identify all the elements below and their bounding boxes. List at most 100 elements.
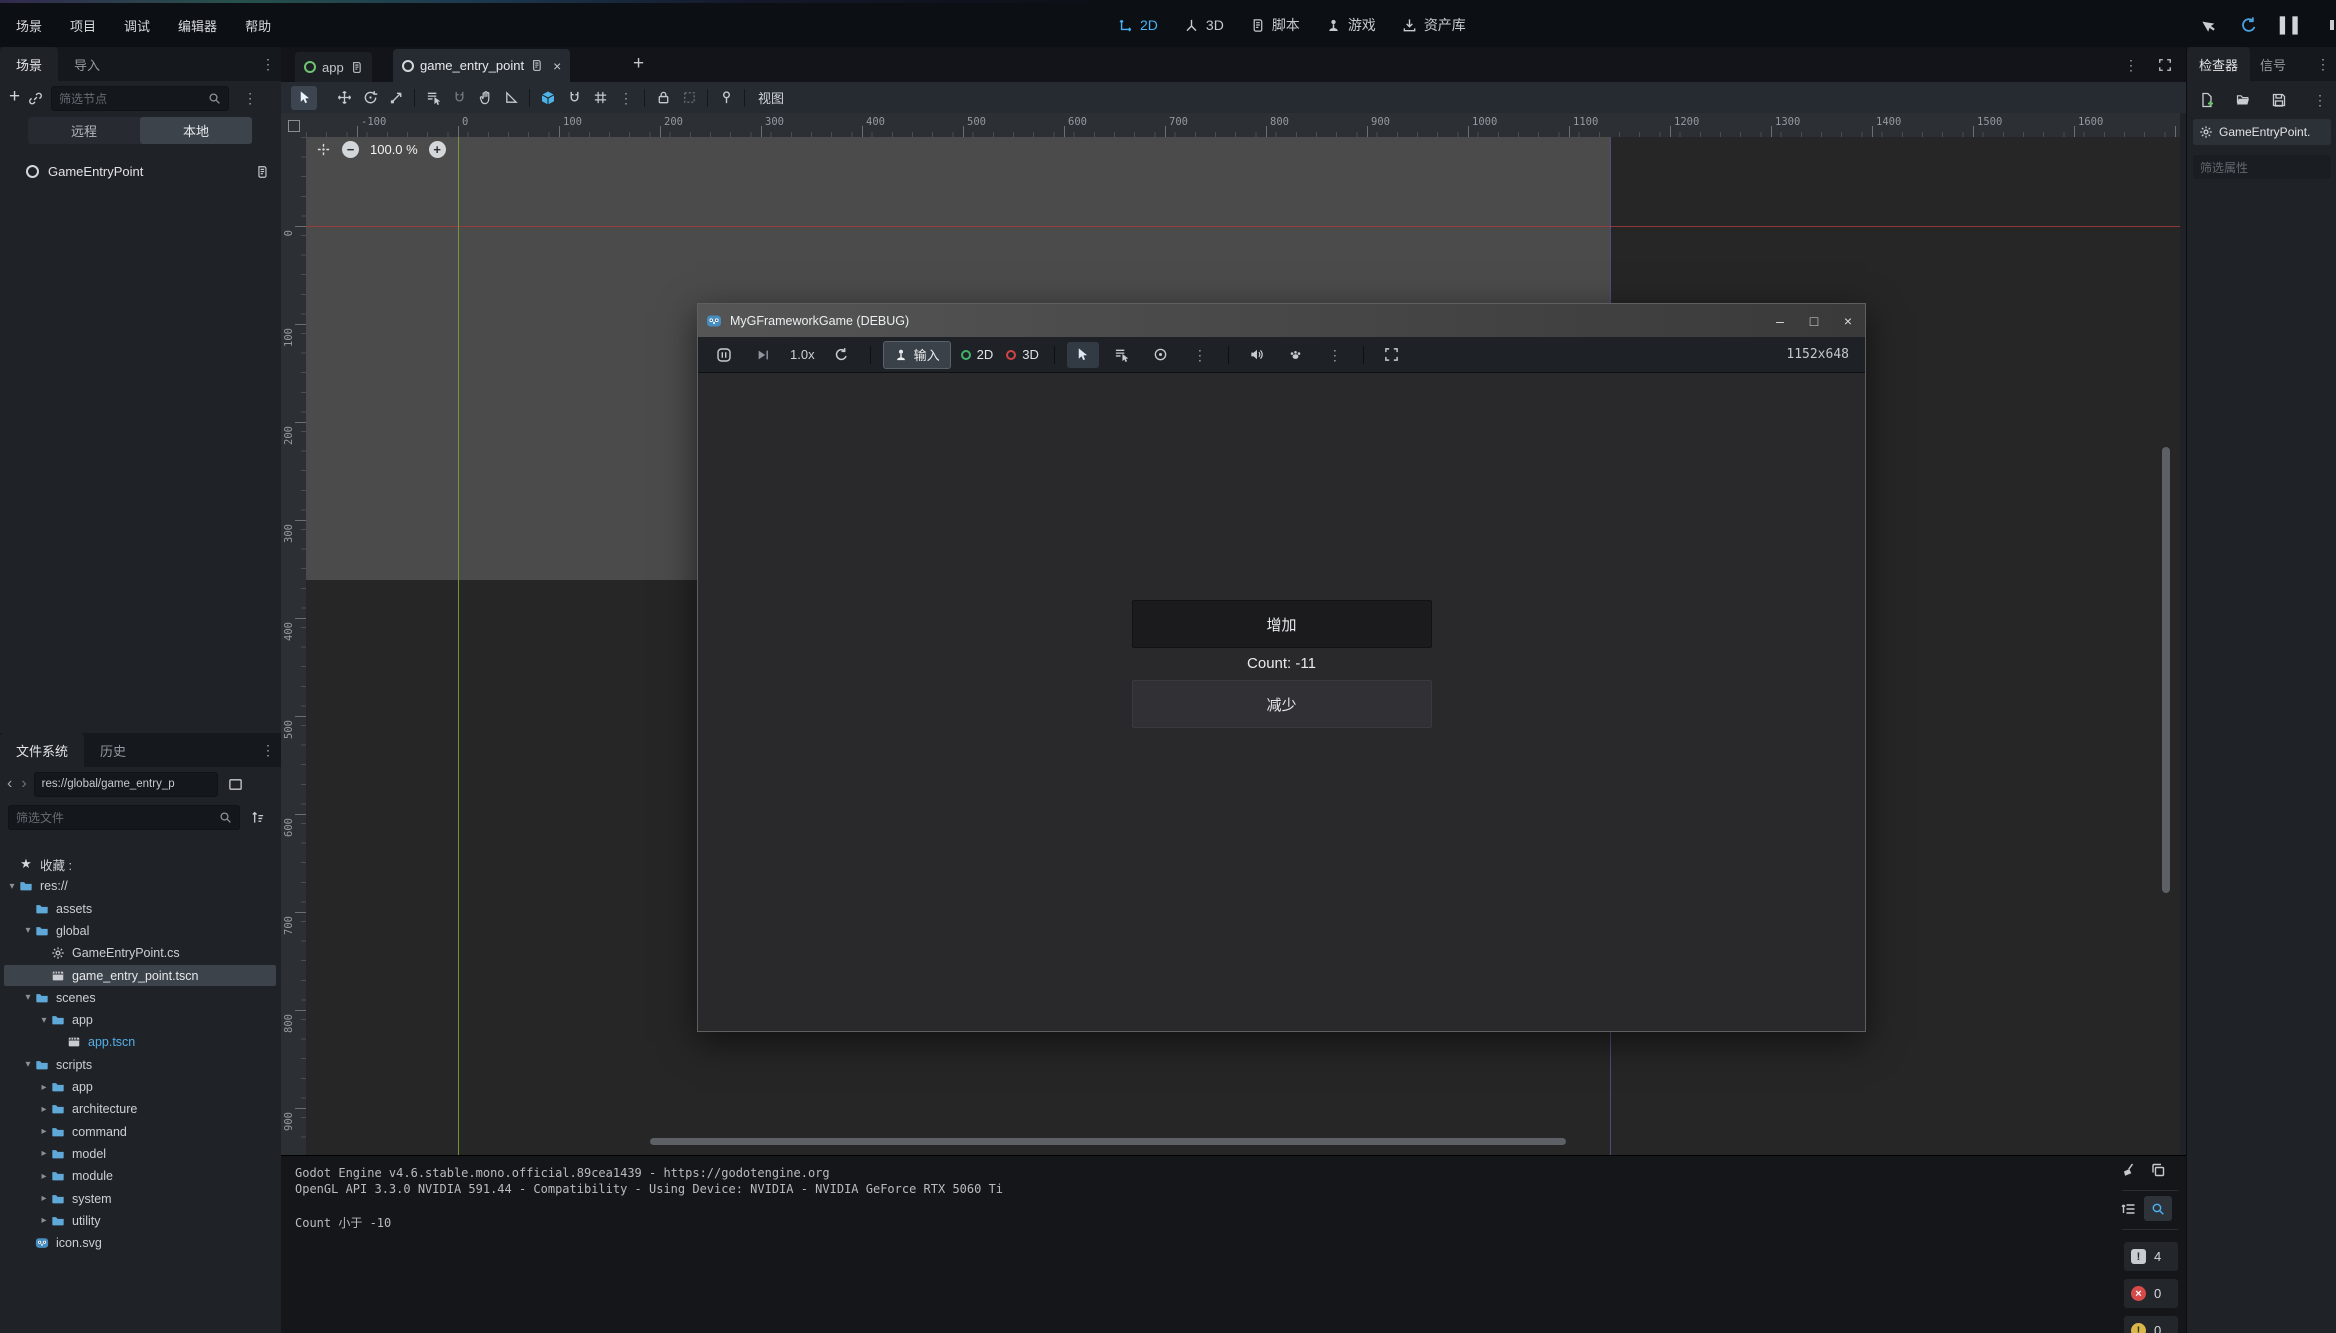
scene-tab-app[interactable]: app <box>295 52 372 82</box>
edited-resource-row[interactable]: GameEntryPoint. <box>2193 119 2331 145</box>
skeleton-options-button[interactable] <box>713 86 739 110</box>
filesystem-item-module[interactable]: ▸module <box>0 1165 281 1187</box>
filter-nodes-input[interactable]: 筛选节点 <box>51 86 229 111</box>
clear-output-icon[interactable] <box>2120 1162 2136 1178</box>
filesystem-item-utility[interactable]: ▸utility <box>0 1210 281 1232</box>
tree-expand-arrow[interactable]: ▸ <box>38 1104 50 1115</box>
error-count-badge[interactable]: × 0 <box>2124 1279 2178 1308</box>
stop-game-icon[interactable] <box>2327 17 2334 33</box>
zoom-out-button[interactable]: − <box>342 141 359 158</box>
move-tool-button[interactable] <box>331 86 357 110</box>
restart-game-icon[interactable] <box>2240 16 2258 34</box>
select-tool-button[interactable] <box>291 86 317 110</box>
scene-tab-game-entry-point[interactable]: game_entry_point × <box>393 49 570 82</box>
zoom-level[interactable]: 100.0 % <box>370 142 418 157</box>
new-resource-icon[interactable] <box>2199 92 2215 108</box>
embed-fullscreen-button[interactable] <box>1376 342 1408 368</box>
snap-options-menu-icon[interactable]: ⋮ <box>613 86 639 110</box>
filesystem-item-res-[interactable]: ▾res:// <box>0 875 281 897</box>
filesystem-item-scenes[interactable]: ▾scenes <box>0 987 281 1009</box>
grid-toggle-button[interactable] <box>587 86 613 110</box>
tab-import-dock[interactable]: 导入 <box>58 47 116 81</box>
ruler-tool-button[interactable] <box>498 86 524 110</box>
filesystem-item--[interactable]: ★收藏 : <box>0 853 281 875</box>
tree-expand-arrow[interactable]: ▾ <box>22 925 34 936</box>
tree-expand-arrow[interactable]: ▸ <box>38 1082 50 1093</box>
scene-tree-root-row[interactable]: GameEntryPoint <box>0 160 281 183</box>
tree-expand-arrow[interactable]: ▸ <box>38 1215 50 1226</box>
filesystem-item-game-entry-point.tscn[interactable]: game_entry_point.tscn <box>0 965 281 987</box>
nav-back-icon[interactable]: ‹ <box>0 775 19 793</box>
scene-filter-menu-icon[interactable]: ⋮ <box>237 91 263 105</box>
filesystem-item-gameentrypoint.cs[interactable]: GameEntryPoint.cs <box>0 942 281 964</box>
tree-expand-arrow[interactable]: ▾ <box>22 1059 34 1070</box>
maximize-window-button[interactable]: □ <box>1797 304 1831 337</box>
tree-expand-arrow[interactable]: ▸ <box>38 1193 50 1204</box>
filesystem-item-app[interactable]: ▸app <box>0 1076 281 1098</box>
inspector-menu-icon[interactable]: ⋮ <box>2310 57 2336 71</box>
increase-button[interactable]: 增加 <box>1132 600 1432 648</box>
filesystem-item-assets[interactable]: assets <box>0 898 281 920</box>
filesystem-item-scripts[interactable]: ▾scripts <box>0 1054 281 1076</box>
close-window-button[interactable]: × <box>1831 304 1865 337</box>
smart-snap-button[interactable] <box>535 86 561 110</box>
zoom-in-button[interactable]: + <box>429 141 446 158</box>
vertical-scrollbar[interactable] <box>2162 447 2170 893</box>
workspace-assetlib[interactable]: 资产库 <box>1389 3 1479 47</box>
decrease-button[interactable]: 减少 <box>1132 680 1432 728</box>
add-node-button[interactable]: + <box>0 86 28 110</box>
rotate-tool-button[interactable] <box>357 86 383 110</box>
remote-toggle[interactable]: 远程 <box>28 117 140 144</box>
debug-options-menu-icon[interactable]: ⋮ <box>1319 342 1351 368</box>
center-view-icon[interactable] <box>316 142 331 157</box>
pan-tool-button[interactable] <box>472 86 498 110</box>
workspace-3d[interactable]: 3D <box>1171 3 1237 47</box>
menu-help[interactable]: 帮助 <box>231 3 285 47</box>
nav-forward-icon[interactable]: › <box>19 775 33 793</box>
run-cursor-icon[interactable] <box>2198 13 2221 36</box>
menu-editor[interactable]: 编辑器 <box>164 3 231 47</box>
tab-inspector[interactable]: 检查器 <box>2187 47 2250 81</box>
workspace-script[interactable]: 脚本 <box>1237 3 1313 47</box>
debug-2d-button[interactable]: 2D <box>958 342 997 368</box>
scale-tool-button[interactable] <box>383 86 409 110</box>
copy-output-icon[interactable] <box>2150 1162 2166 1178</box>
menu-scene[interactable]: 场景 <box>2 3 56 47</box>
instance-scene-icon[interactable] <box>28 91 43 106</box>
grid-snap-button[interactable] <box>561 86 587 110</box>
view-menu-button[interactable]: 视图 <box>750 88 792 107</box>
filesystem-item-model[interactable]: ▸model <box>0 1143 281 1165</box>
restart-icon[interactable] <box>826 342 858 368</box>
tree-expand-arrow[interactable]: ▸ <box>38 1148 50 1159</box>
menu-project[interactable]: 项目 <box>56 3 110 47</box>
local-toggle[interactable]: 本地 <box>140 117 252 144</box>
next-frame-button[interactable] <box>747 342 779 368</box>
pick-list-button[interactable] <box>1106 342 1138 368</box>
split-view-icon[interactable] <box>228 777 243 792</box>
filesystem-item-app.tscn[interactable]: app.tscn <box>0 1031 281 1053</box>
message-count-badge[interactable]: ! 4 <box>2124 1242 2178 1271</box>
expand-editor-icon[interactable] <box>2158 58 2172 72</box>
horizontal-scrollbar[interactable] <box>650 1138 1566 1145</box>
filesystem-item-global[interactable]: ▾global <box>0 920 281 942</box>
current-path-field[interactable]: res://global/game_entry_p <box>34 772 218 797</box>
pick-options-menu-icon[interactable]: ⋮ <box>1184 342 1216 368</box>
suspend-game-button[interactable] <box>708 342 740 368</box>
menu-debug[interactable]: 调试 <box>110 3 164 47</box>
warning-count-badge[interactable]: ! 0 <box>2124 1316 2178 1333</box>
search-output-icon[interactable] <box>2144 1196 2172 1221</box>
minimize-window-button[interactable]: – <box>1763 304 1797 337</box>
time-scale-label[interactable]: 1.0x <box>786 347 819 362</box>
load-resource-icon[interactable] <box>2235 92 2251 108</box>
group-node-button[interactable] <box>676 86 702 110</box>
position-select-button[interactable] <box>446 86 472 110</box>
tab-signals[interactable]: 信号 <box>2250 47 2296 81</box>
collapse-duplicates-icon[interactable] <box>2120 1201 2136 1217</box>
workspace-2d[interactable]: 2D <box>1105 3 1171 47</box>
filesystem-item-system[interactable]: ▸system <box>0 1188 281 1210</box>
filesystem-item-icon.svg[interactable]: icon.svg <box>0 1232 281 1254</box>
filesystem-item-app[interactable]: ▾app <box>0 1009 281 1031</box>
pause-game-icon[interactable]: ▌▌ <box>2280 17 2305 34</box>
tab-list-menu-icon[interactable]: ⋮ <box>2118 58 2144 72</box>
attached-script-icon[interactable] <box>255 165 269 179</box>
